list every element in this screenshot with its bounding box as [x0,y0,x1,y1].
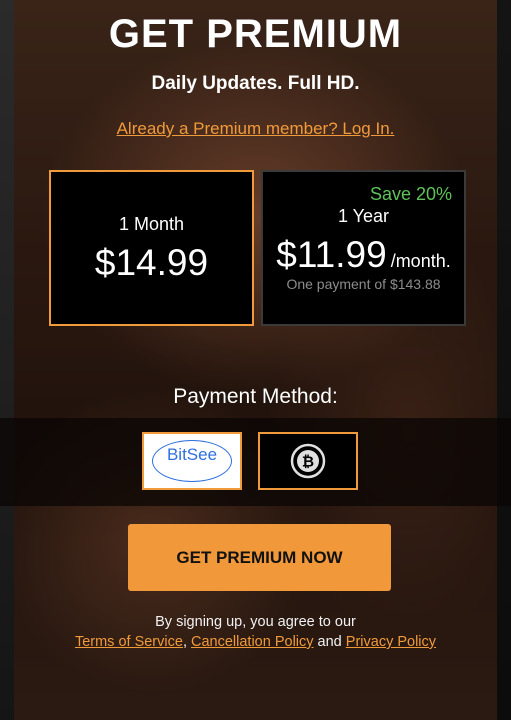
payment-method-label: Payment Method: [173,385,338,408]
payment-option-bitsee[interactable]: BitSee [142,432,242,490]
legal-and: and [317,634,342,650]
legal-links-line: Terms of Service, Cancellation Policy an… [0,632,511,652]
page-title: GET PREMIUM [108,12,403,56]
terms-of-service-link[interactable]: Terms of Service [75,634,183,650]
page-subtitle: Daily Updates. Full HD. [151,73,360,94]
plan-price-row: $11.99/month. [263,234,464,276]
plan-card-1-month[interactable]: 1 Month $14.99 [49,170,254,326]
bitsee-label: BitSee [166,445,218,464]
legal-prefix: By signing up, you agree to our [155,614,356,630]
premium-signup-panel: GET PREMIUM Daily Updates. Full HD. Alre… [0,0,511,720]
plan-name: 1 Month [118,214,185,234]
one-payment-note: One payment of $143.88 [286,276,441,292]
legal-comma: , [182,634,187,650]
price-period: /month. [390,251,451,271]
bitcoin-icon: ₿ [290,443,326,479]
legal-text: By signing up, you agree to our Terms of… [0,612,511,652]
get-premium-now-button[interactable]: GET PREMIUM NOW [128,524,391,591]
plan-name: 1 Year [337,206,390,226]
plan-price: $11.99 [276,234,387,275]
privacy-policy-link[interactable]: Privacy Policy [346,634,436,650]
payment-option-bitcoin[interactable]: ₿ [258,432,358,490]
svg-text:₿: ₿ [302,453,314,471]
login-link[interactable]: Already a Premium member? Log In. [0,119,511,139]
cancellation-policy-link[interactable]: Cancellation Policy [191,634,314,650]
save-badge: Save 20% [369,184,452,204]
plan-card-1-year[interactable]: Save 20% 1 Year $11.99/month. One paymen… [261,170,466,326]
plan-price: $14.99 [94,242,209,283]
